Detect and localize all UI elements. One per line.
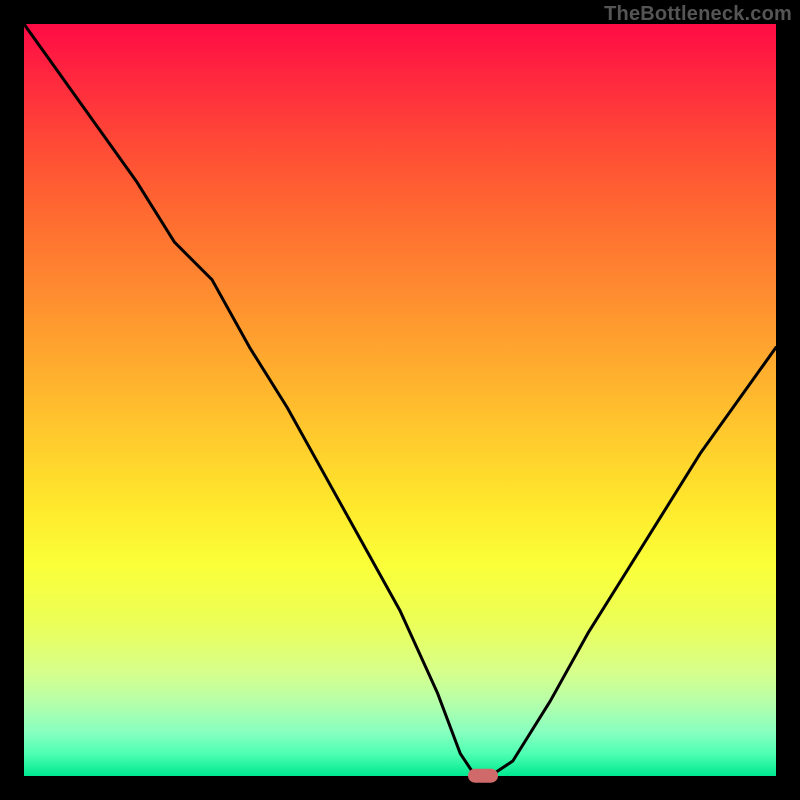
bottleneck-curve-path xyxy=(24,24,776,776)
curve-svg xyxy=(24,24,776,776)
optimum-marker xyxy=(468,769,498,783)
watermark-caption: TheBottleneck.com xyxy=(604,3,792,26)
plot-area xyxy=(24,24,776,776)
chart-frame: TheBottleneck.com xyxy=(0,0,800,800)
